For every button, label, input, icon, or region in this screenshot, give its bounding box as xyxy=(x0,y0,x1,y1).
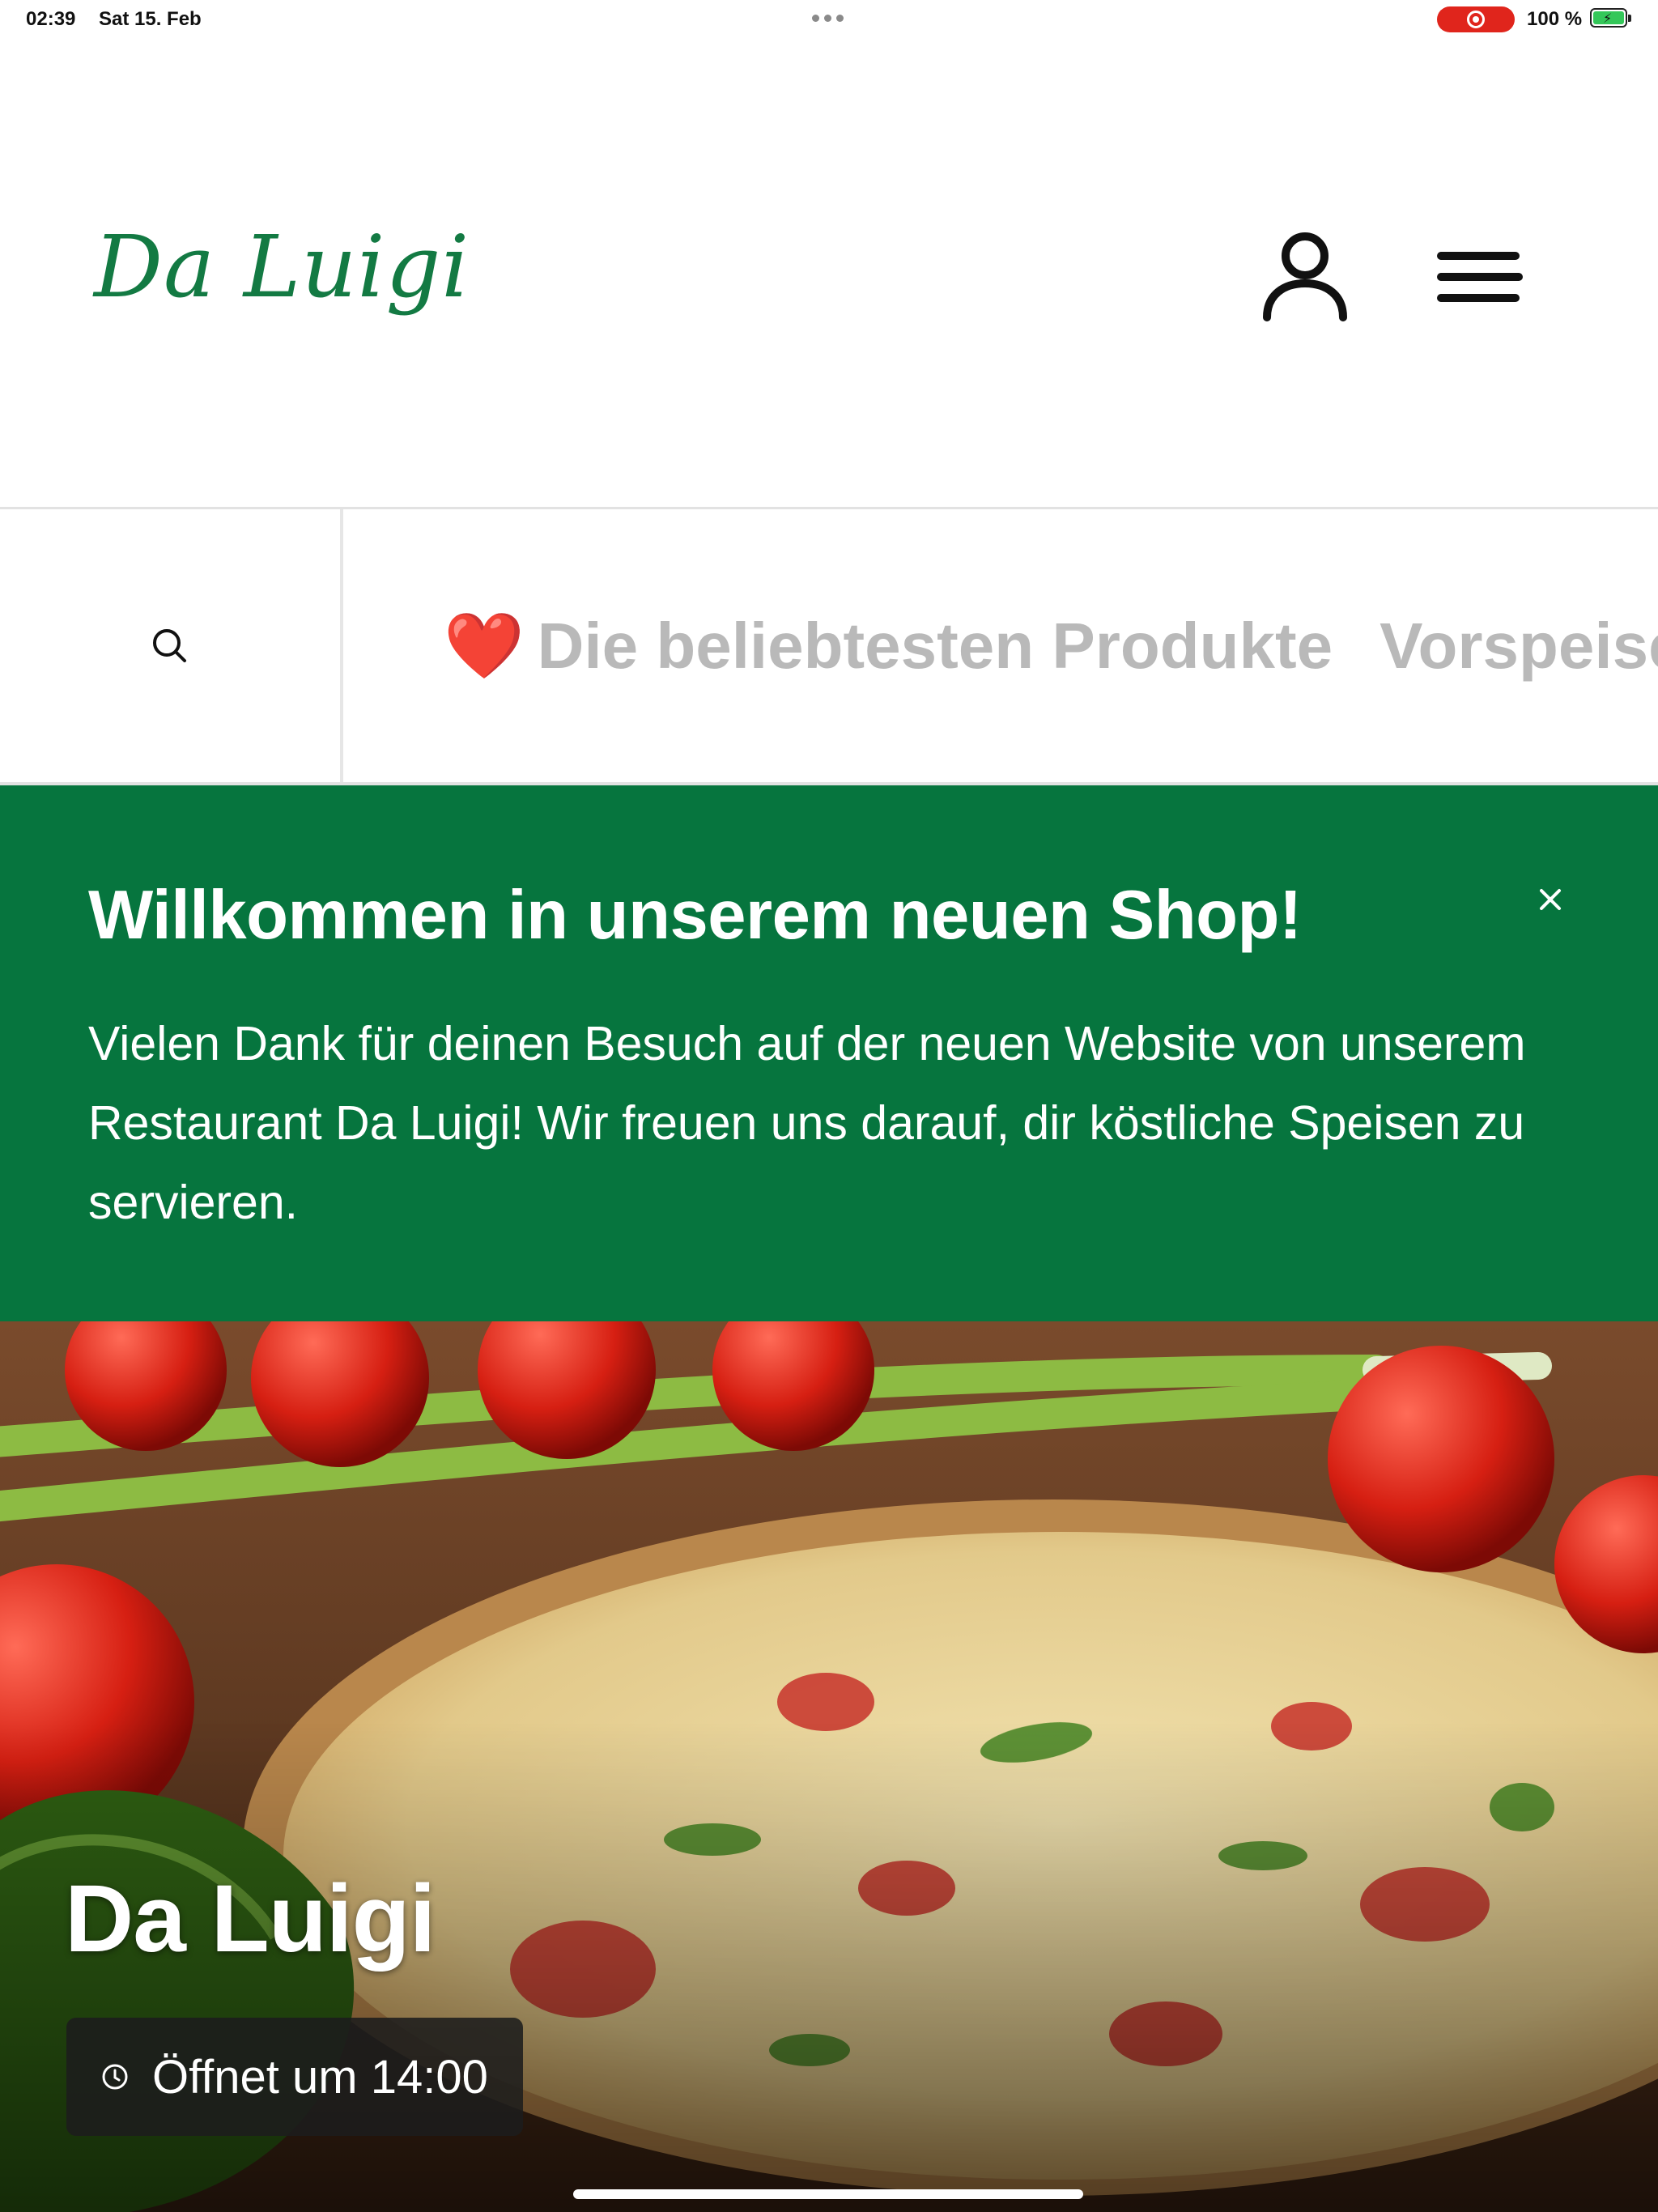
battery-percentage: 100 % xyxy=(1527,8,1583,30)
welcome-banner: Willkommen in unserem neuen Shop! Vielen… xyxy=(0,785,1658,1321)
opening-status: Öffnet um 14:00 xyxy=(152,2050,488,2104)
category-popular[interactable]: ❤️ Die beliebtesten Produkte xyxy=(444,608,1333,684)
category-bar: ❤️ Die beliebtesten Produkte Vorspeisen xyxy=(0,507,1658,785)
account-button[interactable] xyxy=(1260,225,1350,325)
restaurant-name: Da Luigi xyxy=(65,1865,436,1972)
logo[interactable]: Da Luigi xyxy=(94,217,470,317)
site-header: Da Luigi xyxy=(0,39,1658,507)
category-label: Vorspeisen xyxy=(1380,609,1658,682)
hamburger-menu-icon xyxy=(1437,252,1523,302)
category-label: Die beliebtesten Produkte xyxy=(537,609,1333,682)
banner-title: Willkommen in unserem neuen Shop! xyxy=(88,877,1302,954)
multitasking-dots-icon[interactable] xyxy=(812,15,844,22)
search-icon xyxy=(153,628,186,662)
battery-icon: ⚡ xyxy=(1590,8,1631,28)
status-bar: 02:39 Sat 15. Feb 100 % ⚡ xyxy=(0,0,1658,39)
heart-icon: ❤️ xyxy=(444,609,525,682)
status-date: Sat 15. Feb xyxy=(99,8,202,30)
opening-hours-badge[interactable]: Öffnet um 14:00 xyxy=(66,2018,523,2136)
home-indicator[interactable] xyxy=(573,2189,1083,2199)
page: 02:39 Sat 15. Feb 100 % ⚡ Da Luigi ❤️ Di… xyxy=(0,0,1658,2212)
close-icon xyxy=(1540,889,1561,910)
search-button[interactable] xyxy=(0,509,343,782)
menu-button[interactable] xyxy=(1435,241,1525,314)
hero-section: Da Luigi Öffnet um 14:00 xyxy=(0,1321,1658,2212)
screen-recording-indicator[interactable] xyxy=(1437,6,1515,32)
person-icon xyxy=(1263,232,1347,321)
clock-icon xyxy=(102,2064,128,2090)
banner-close-button[interactable] xyxy=(1527,876,1574,923)
status-time: 02:39 xyxy=(26,8,76,30)
banner-text: Vielen Dank für deinen Besuch auf der ne… xyxy=(88,1017,1526,1229)
category-starters[interactable]: Vorspeisen xyxy=(1380,609,1658,683)
category-tabs: ❤️ Die beliebtesten Produkte Vorspeisen xyxy=(444,509,1658,782)
